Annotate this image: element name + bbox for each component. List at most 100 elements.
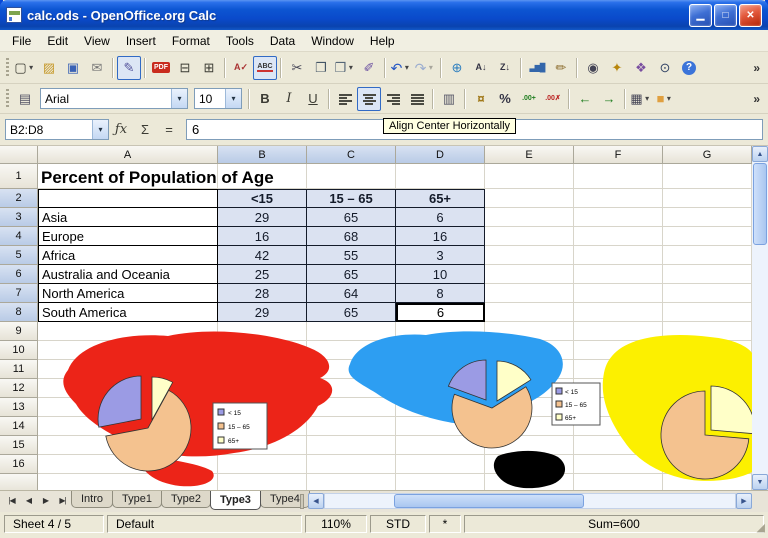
cell-G5[interactable] xyxy=(663,246,752,265)
gallery-button[interactable]: ❖ xyxy=(629,56,653,80)
resize-grip[interactable]: ◢ xyxy=(757,521,765,534)
row-header-13[interactable]: 13 xyxy=(0,398,38,417)
cell-D3[interactable]: 6 xyxy=(396,208,485,227)
decrease-indent-button[interactable]: ← xyxy=(573,87,597,111)
toolbar-handle[interactable] xyxy=(6,58,9,78)
cell-B6[interactable]: 25 xyxy=(218,265,307,284)
scroll-right-button[interactable]: ▶ xyxy=(736,493,752,509)
row-header-14[interactable]: 14 xyxy=(0,417,38,436)
column-header-E[interactable]: E xyxy=(485,146,574,164)
underline-button[interactable]: U xyxy=(301,87,325,111)
next-sheet-button[interactable]: ▶ xyxy=(37,492,54,509)
cell-F3[interactable] xyxy=(574,208,663,227)
row-header-10[interactable]: 10 xyxy=(0,341,38,360)
cell-D2[interactable]: 65+ xyxy=(396,189,485,208)
redo-button[interactable]: ↷▾ xyxy=(413,56,437,80)
chevron-down-icon[interactable]: ▾ xyxy=(171,89,187,108)
chevron-down-icon[interactable]: ▾ xyxy=(426,63,435,72)
cell-G1[interactable] xyxy=(663,164,752,189)
chevron-down-icon[interactable]: ▾ xyxy=(346,63,355,72)
active-cell-D8[interactable]: 6 xyxy=(396,303,485,322)
hyperlink-button[interactable]: ⊕ xyxy=(445,56,469,80)
tab-intro[interactable]: Intro xyxy=(71,491,113,508)
chevron-down-icon[interactable]: ▾ xyxy=(664,94,673,103)
menu-item-help[interactable]: Help xyxy=(362,32,403,50)
sum-button[interactable]: Σ xyxy=(134,119,156,141)
align-center-button[interactable] xyxy=(357,87,381,111)
chevron-down-icon[interactable]: ▾ xyxy=(92,120,108,139)
world-map-chart[interactable]: < 15 15 – 65 65+ < 15 15 – 65 65+ xyxy=(38,322,752,490)
scroll-left-button[interactable]: ◀ xyxy=(308,493,324,509)
status-sum[interactable]: Sum=600 xyxy=(464,515,764,533)
format-paintbrush-button[interactable]: ✐ xyxy=(357,56,381,80)
cell-A8[interactable]: South America xyxy=(38,303,218,322)
name-box[interactable]: B2:D8 ▾ xyxy=(5,119,109,140)
cell-G4[interactable] xyxy=(663,227,752,246)
row-header-6[interactable]: 6 xyxy=(0,265,38,284)
row-header-12[interactable]: 12 xyxy=(0,379,38,398)
paste-button[interactable]: ❒▾ xyxy=(333,56,357,80)
cell-C8[interactable]: 65 xyxy=(307,303,396,322)
column-header-C[interactable]: C xyxy=(307,146,396,164)
cell-D6[interactable]: 10 xyxy=(396,265,485,284)
cell-E3[interactable] xyxy=(485,208,574,227)
spellcheck-button[interactable]: A✓ xyxy=(229,56,253,80)
cell-G6[interactable] xyxy=(663,265,752,284)
sort-descending-button[interactable]: Z↓ xyxy=(493,56,517,80)
status-zoom-level[interactable]: 110% xyxy=(305,515,367,533)
menu-item-file[interactable]: File xyxy=(4,32,39,50)
cell-A3[interactable]: Asia xyxy=(38,208,218,227)
cell-B2[interactable]: <15 xyxy=(218,189,307,208)
justify-button[interactable] xyxy=(405,87,429,111)
currency-button[interactable]: ¤ xyxy=(469,87,493,111)
cell-C3[interactable]: 65 xyxy=(307,208,396,227)
minimize-button[interactable]: ▁ xyxy=(689,4,712,27)
chevron-down-icon[interactable]: ▾ xyxy=(402,63,411,72)
cell-F2[interactable] xyxy=(574,189,663,208)
font-name-combo[interactable]: Arial▾ xyxy=(40,88,188,109)
column-header-G[interactable]: G xyxy=(663,146,752,164)
menu-item-edit[interactable]: Edit xyxy=(39,32,76,50)
cell-F8[interactable] xyxy=(574,303,663,322)
open-button[interactable]: ▨ xyxy=(37,56,61,80)
add-decimal-button[interactable]: .00+ xyxy=(517,87,541,111)
cell-C6[interactable]: 65 xyxy=(307,265,396,284)
cell-A7[interactable]: North America xyxy=(38,284,218,303)
row-header-4[interactable]: 4 xyxy=(0,227,38,246)
select-all-corner[interactable] xyxy=(0,146,38,164)
cell-E8[interactable] xyxy=(485,303,574,322)
increase-indent-button[interactable]: → xyxy=(597,87,621,111)
cell-B8[interactable]: 29 xyxy=(218,303,307,322)
merge-cells-button[interactable]: ▥ xyxy=(437,87,461,111)
cell-G7[interactable] xyxy=(663,284,752,303)
insert-chart-button[interactable]: ▃▆█ xyxy=(525,56,549,80)
status-page-style[interactable]: Default xyxy=(107,515,302,533)
toolbar-handle[interactable] xyxy=(6,89,9,109)
row-header-16[interactable]: 16 xyxy=(0,455,38,474)
cell-A6[interactable]: Australia and Oceania xyxy=(38,265,218,284)
cell-E4[interactable] xyxy=(485,227,574,246)
find-replace-button[interactable]: ◉ xyxy=(581,56,605,80)
cell-F4[interactable] xyxy=(574,227,663,246)
cell-F1[interactable] xyxy=(574,164,663,189)
cell-G3[interactable] xyxy=(663,208,752,227)
vertical-scrollbar[interactable]: ▲ ▼ xyxy=(752,146,768,490)
bold-button[interactable]: B xyxy=(253,87,277,111)
print-button[interactable]: ⊟ xyxy=(173,56,197,80)
cell-A2[interactable] xyxy=(38,189,218,208)
copy-button[interactable]: ❐ xyxy=(309,56,333,80)
column-header-B[interactable]: B xyxy=(218,146,307,164)
cell-C4[interactable]: 68 xyxy=(307,227,396,246)
cell-E6[interactable] xyxy=(485,265,574,284)
function-wizard-button[interactable]: ƒx xyxy=(110,119,132,141)
cell-C2[interactable]: 15 – 65 xyxy=(307,189,396,208)
chevron-down-icon[interactable]: ▾ xyxy=(225,89,241,108)
menu-item-view[interactable]: View xyxy=(76,32,118,50)
cell-E2[interactable] xyxy=(485,189,574,208)
zoom-button[interactable]: ⊙ xyxy=(653,56,677,80)
cell-C5[interactable]: 55 xyxy=(307,246,396,265)
last-sheet-button[interactable]: ▶| xyxy=(54,492,71,509)
email-button[interactable]: ✉ xyxy=(85,56,109,80)
cell-G8[interactable] xyxy=(663,303,752,322)
menu-item-format[interactable]: Format xyxy=(164,32,218,50)
